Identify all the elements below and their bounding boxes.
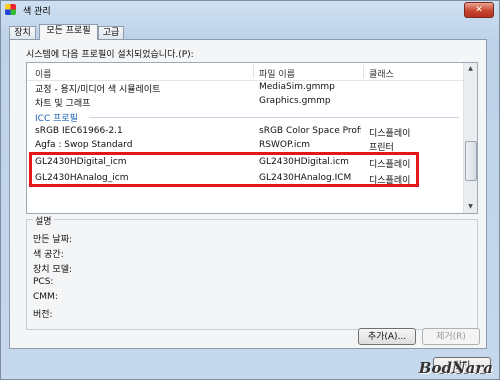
list-item[interactable]: Agfa : Swop Standard RSWOP.icm 프린터 <box>27 138 465 153</box>
profile-name: 차트 및 그래프 <box>35 99 91 109</box>
version-label: 버전: <box>33 310 53 320</box>
list-item[interactable]: 차트 및 그래프 Graphics.gmmp <box>27 94 465 109</box>
profile-name: sRGB IEC61966-2.1 <box>35 126 123 136</box>
description-group: 설명 만든 날짜: 색 공간: 장치 모델: PCS: CMM: 버전: <box>26 214 478 330</box>
tab-all-profiles[interactable]: 모든 프로필 <box>39 24 98 40</box>
close-window-button[interactable]: ✕ <box>464 2 494 18</box>
column-divider[interactable] <box>253 65 254 78</box>
device-model-label: 장치 모델: <box>33 265 73 275</box>
remove-profile-button[interactable]: 제거(R) <box>422 328 480 345</box>
column-divider[interactable] <box>363 65 364 78</box>
color-management-icon <box>5 4 16 15</box>
vertical-scrollbar[interactable]: ▲ ▼ <box>463 63 477 213</box>
tab-devices[interactable]: 장치 <box>9 26 36 39</box>
tab-advanced[interactable]: 고급 <box>98 26 124 39</box>
scroll-up-icon[interactable]: ▲ <box>465 63 476 75</box>
cmm-label: CMM: <box>33 292 58 302</box>
created-date-label: 만든 날짜: <box>33 235 73 245</box>
title-bar[interactable]: 색 관리 ✕ <box>1 1 499 19</box>
add-profile-button[interactable]: 추가(A)... <box>358 328 416 345</box>
scroll-down-icon[interactable]: ▼ <box>465 201 476 213</box>
column-header-file[interactable]: 파일 이름 <box>259 67 295 80</box>
color-management-window: 색 관리 ✕ 장치 모든 프로필 고급 시스템에 다음 프로필이 설치되었습니다… <box>0 0 500 380</box>
group-divider <box>89 117 459 118</box>
column-header-class[interactable]: 클래스 <box>369 67 394 80</box>
profile-file: Graphics.gmmp <box>259 96 331 106</box>
scroll-thumb[interactable] <box>465 141 477 181</box>
list-item[interactable]: sRGB IEC61966-2.1 sRGB Color Space Profi… <box>27 124 465 139</box>
watermark-logo: BodNara <box>418 359 493 377</box>
profile-file: MediaSim.gmmp <box>259 82 335 92</box>
group-header-icc: ICC 프로필 <box>35 114 78 124</box>
tab-panel: 시스템에 다음 프로필이 설치되었습니다.(P): 이름 파일 이름 클래스 교… <box>9 39 487 349</box>
installed-profiles-label: 시스템에 다음 프로필이 설치되었습니다.(P): <box>26 50 194 60</box>
color-space-label: 색 공간: <box>33 250 64 260</box>
list-header: 이름 파일 이름 클래스 <box>27 63 465 81</box>
list-item[interactable]: 교정 - 용지/미디어 색 시뮬레이트 MediaSim.gmmp <box>27 80 465 95</box>
profile-name: Agfa : Swop Standard <box>35 140 133 150</box>
profile-file: RSWOP.icm <box>259 140 311 150</box>
profile-list[interactable]: 이름 파일 이름 클래스 교정 - 용지/미디어 색 시뮬레이트 MediaSi… <box>26 62 478 214</box>
pcs-label: PCS: <box>33 277 54 287</box>
window-title: 색 관리 <box>23 7 51 17</box>
description-title: 설명 <box>33 214 54 227</box>
profile-file: sRGB Color Space Profile.i... <box>259 126 361 136</box>
highlight-box <box>29 152 419 187</box>
column-header-name[interactable]: 이름 <box>35 67 52 80</box>
